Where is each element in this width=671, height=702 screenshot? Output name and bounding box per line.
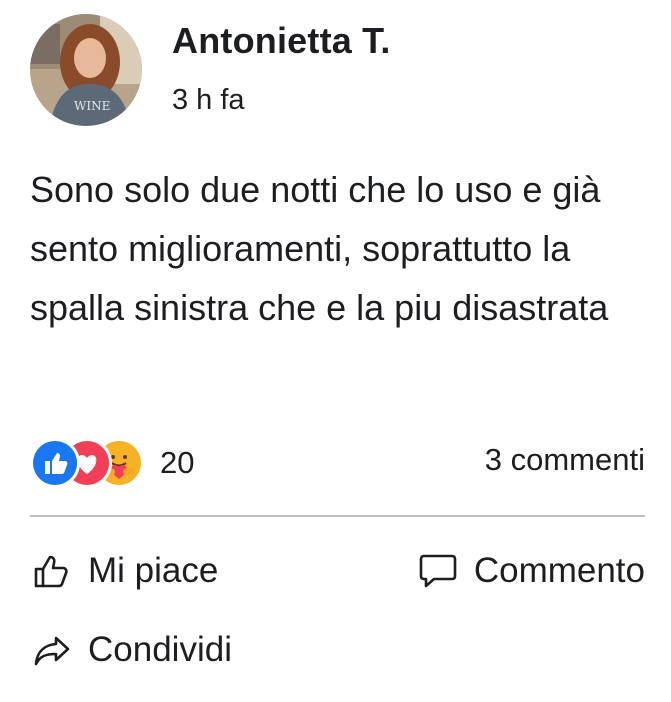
divider <box>30 515 645 517</box>
thumbs-up-icon <box>30 549 74 593</box>
reaction-count: 20 <box>160 445 195 480</box>
post-text: Sono solo due notti che lo uso e già sen… <box>30 169 609 328</box>
reactions-summary[interactable]: 20 <box>30 437 194 489</box>
comment-button-label: Commento <box>473 551 645 590</box>
share-button-label: Condividi <box>88 630 232 669</box>
comment-button[interactable]: Commento <box>416 549 645 593</box>
post-timestamp[interactable]: 3 h fa <box>172 84 245 117</box>
share-button[interactable]: Condividi <box>30 628 232 672</box>
svg-text:WINE: WINE <box>74 99 110 113</box>
like-reaction-icon <box>30 438 80 488</box>
author-name[interactable]: Antonietta T. <box>172 20 391 62</box>
comments-count-link[interactable]: 3 commenti <box>485 442 645 478</box>
avatar[interactable]: WINE <box>30 14 142 126</box>
like-button-label: Mi piace <box>88 551 219 590</box>
comment-bubble-icon <box>416 549 460 593</box>
share-arrow-icon <box>30 628 74 672</box>
like-button[interactable]: Mi piace <box>30 549 218 593</box>
